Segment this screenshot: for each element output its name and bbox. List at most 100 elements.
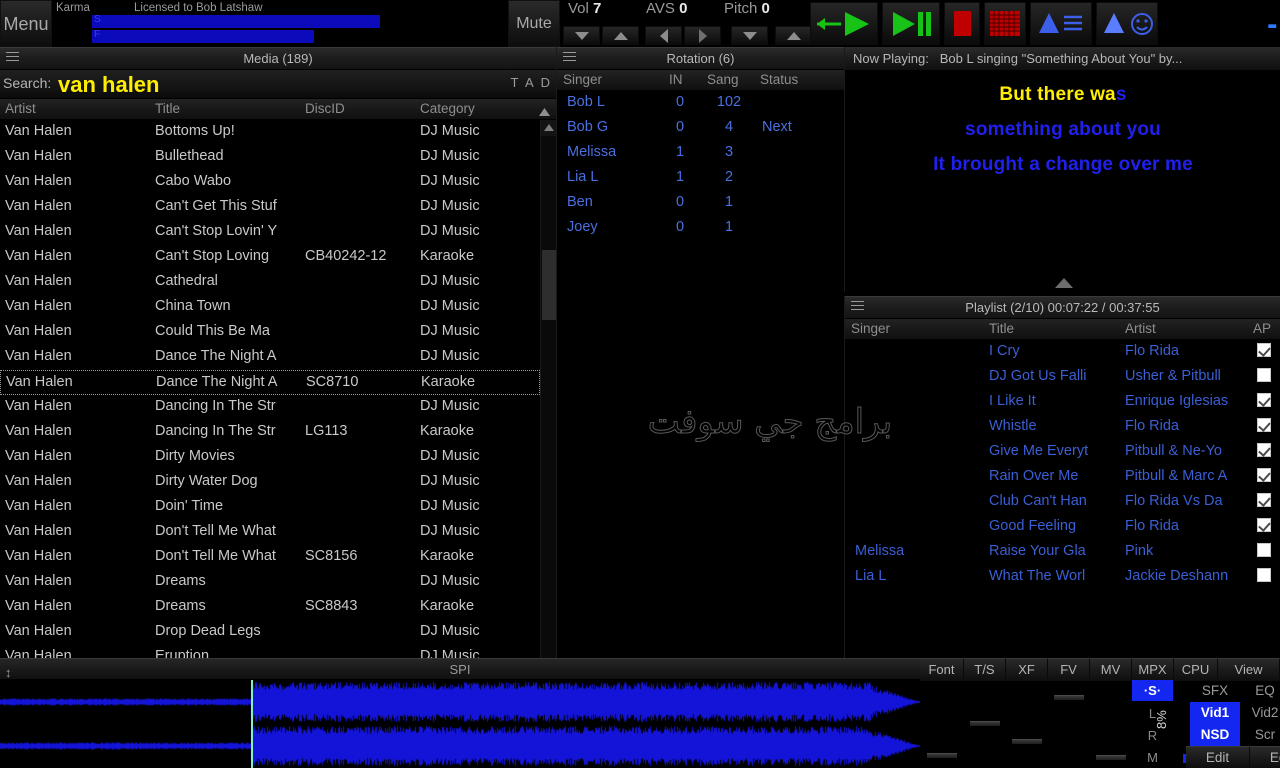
mute-button[interactable]: Mute (508, 0, 560, 47)
mpx-mode-s[interactable]: ·S· (1132, 680, 1173, 701)
checkbox-icon[interactable] (1257, 518, 1271, 532)
checkbox-icon[interactable] (1257, 443, 1271, 457)
table-row[interactable]: Van Halen Dirty Water Dog DJ Music (0, 470, 540, 495)
cell-autoplay[interactable] (1257, 393, 1271, 411)
table-row[interactable]: I Like It Enrique Iglesias (845, 390, 1280, 415)
view-button-eq-1[interactable]: EQ (1240, 680, 1280, 702)
volume-down-button[interactable] (563, 26, 600, 45)
cell-autoplay[interactable] (1257, 543, 1271, 561)
table-row[interactable]: Van Halen Cathedral DJ Music (0, 270, 540, 295)
restart-song-button[interactable] (810, 2, 878, 45)
column-header-status[interactable]: Status (760, 72, 798, 87)
ts-button[interactable]: T/S (964, 658, 1006, 681)
xf-slider-knob[interactable] (1012, 739, 1042, 744)
checkbox-icon[interactable] (1257, 368, 1271, 382)
menu-button[interactable]: Menu (0, 0, 52, 47)
column-header-in[interactable]: IN (669, 72, 683, 87)
xf-slider[interactable] (1006, 683, 1048, 768)
column-header-title[interactable]: Title (155, 101, 180, 116)
cell-autoplay[interactable] (1257, 468, 1271, 486)
cell-autoplay[interactable] (1257, 368, 1271, 386)
table-row[interactable]: Good Feeling Flo Rida (845, 515, 1280, 540)
pitch-down-button[interactable] (731, 26, 768, 45)
table-row[interactable]: Van Halen Can't Get This Stuf DJ Music (0, 195, 540, 220)
column-header-singer[interactable]: Singer (563, 72, 602, 87)
checkbox-icon[interactable] (1257, 393, 1271, 407)
mpx-mode-m[interactable]: M (1132, 747, 1173, 768)
table-row[interactable]: Van Halen Dreams SC8843 Karaoke (0, 595, 540, 620)
table-row[interactable]: Joey 0 1 (557, 216, 845, 241)
table-row[interactable]: Ben 0 1 (557, 191, 845, 216)
column-header-ap[interactable]: AP (1253, 321, 1271, 336)
font-slider[interactable] (920, 683, 964, 768)
scroll-thumb[interactable] (542, 250, 556, 320)
waveform-canvas[interactable] (0, 680, 920, 768)
view-button-vid2-3[interactable]: Vid2 (1240, 702, 1280, 724)
checkbox-icon[interactable] (1257, 568, 1271, 582)
table-row[interactable]: Van Halen Dance The Night A DJ Music (0, 345, 540, 370)
table-row[interactable]: Van Halen Dreams DJ Music (0, 570, 540, 595)
table-row[interactable]: Van Halen Drop Dead Legs DJ Music (0, 620, 540, 645)
karma-progress-bar-secondary[interactable]: F (92, 29, 314, 43)
view-button-edit-6[interactable]: Edit (1186, 746, 1250, 768)
xf-button[interactable]: XF (1006, 658, 1048, 681)
table-row[interactable]: Van Halen Doin' Time DJ Music (0, 495, 540, 520)
table-row[interactable]: Whistle Flo Rida (845, 415, 1280, 440)
ts-slider-knob[interactable] (970, 721, 1000, 726)
sort-asc-icon[interactable] (539, 104, 550, 119)
table-row[interactable]: I Cry Flo Rida (845, 340, 1280, 365)
table-row[interactable]: Van Halen Can't Stop Loving CB40242-12 Kara… (0, 245, 540, 270)
column-header-sang[interactable]: Sang (707, 72, 739, 87)
column-header-discid[interactable]: DiscID (305, 101, 345, 116)
fv-slider[interactable] (1048, 683, 1090, 768)
triangle-up-icon[interactable] (1055, 278, 1073, 288)
mv-button[interactable]: MV (1090, 658, 1132, 681)
column-header-artist[interactable]: Artist (5, 101, 36, 116)
font-button[interactable]: Font (920, 658, 964, 681)
singer-options-button[interactable] (1096, 2, 1158, 45)
font-slider-knob[interactable] (927, 753, 957, 758)
table-row[interactable]: Van Halen Bottoms Up! DJ Music (0, 120, 540, 145)
checkbox-icon[interactable] (1257, 343, 1271, 357)
table-row[interactable]: Van Halen Don't Tell Me What SC8156 Karaoke (0, 545, 540, 570)
view-button-nsd-4[interactable]: NSD (1190, 724, 1240, 746)
table-row[interactable]: Van Halen China Town DJ Music (0, 295, 540, 320)
cell-autoplay[interactable] (1257, 568, 1271, 586)
media-scrollbar[interactable] (540, 120, 557, 705)
table-row[interactable]: Club Can't Han Flo Rida Vs Da (845, 490, 1280, 515)
cell-autoplay[interactable] (1257, 343, 1271, 361)
avs-left-button[interactable] (645, 26, 682, 45)
table-row[interactable]: Van Halen Could This Be Ma DJ Music (0, 320, 540, 345)
cpu-button[interactable]: CPU (1174, 658, 1218, 681)
volume-up-button[interactable] (602, 26, 639, 45)
column-header-title[interactable]: Title (989, 321, 1014, 336)
cell-autoplay[interactable] (1257, 493, 1271, 511)
rotation-list[interactable]: Bob L 0 102 Bob G 0 4 Next Melissa 1 3 Lia L 1 2 Ben 0… (557, 91, 845, 241)
table-row[interactable]: Lia L What The Worl Jackie Deshann (845, 565, 1280, 590)
view-button[interactable]: View (1218, 658, 1280, 681)
table-row[interactable]: Van Halen Dance The Night A SC8710 Karaoke (0, 370, 540, 395)
scroll-up-arrow[interactable] (541, 120, 557, 136)
column-header-singer[interactable]: Singer (851, 321, 890, 336)
table-row[interactable]: Melissa Raise Your Gla Pink (845, 540, 1280, 565)
checkbox-icon[interactable] (1257, 543, 1271, 557)
playlist-list[interactable]: I Cry Flo Rida DJ Got Us Falli Usher & Pitb… (845, 340, 1280, 590)
view-button-sfx-0[interactable]: SFX (1190, 680, 1240, 702)
media-list[interactable]: Van Halen Bottoms Up! DJ Music Van Halen Bul… (0, 120, 540, 705)
tad-filter-toggle[interactable]: T A D (510, 75, 552, 90)
table-row[interactable]: Give Me Everyt Pitbull & Ne-Yo (845, 440, 1280, 465)
cell-autoplay[interactable] (1257, 518, 1271, 536)
table-row[interactable]: Rain Over Me Pitbull & Marc A (845, 465, 1280, 490)
view-button-edit-7[interactable]: Edit (1250, 746, 1280, 768)
media-search-row[interactable]: Search: van halen T A D (0, 70, 556, 99)
checkbox-icon[interactable] (1257, 468, 1271, 482)
column-header-category[interactable]: Category (420, 101, 475, 116)
table-row[interactable]: Van Halen Dancing In The Str DJ Music (0, 395, 540, 420)
mpx-button[interactable]: MPX (1132, 658, 1174, 681)
fv-slider-knob[interactable] (1054, 695, 1084, 700)
column-header-artist[interactable]: Artist (1125, 321, 1156, 336)
hamburger-icon[interactable] (851, 301, 864, 315)
waveform-display[interactable] (0, 680, 920, 768)
checkbox-icon[interactable] (1257, 418, 1271, 432)
karma-progress-bar-primary[interactable]: S (92, 14, 380, 28)
